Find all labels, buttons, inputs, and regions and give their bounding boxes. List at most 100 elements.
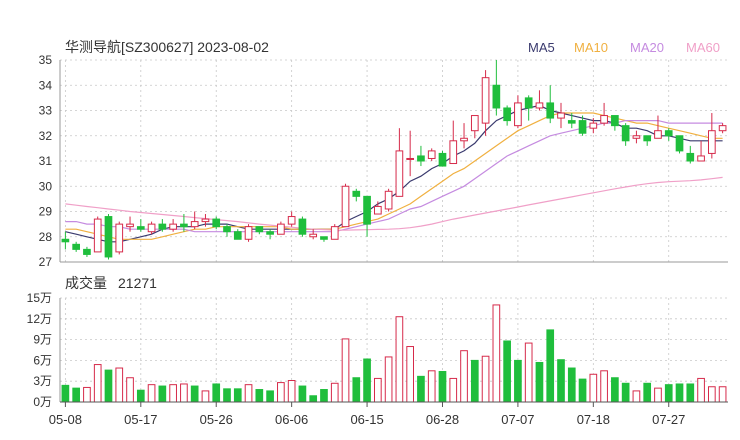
volume-bar-down: [470, 359, 479, 403]
volume-bars: [61, 304, 727, 403]
volume-bar-down: [104, 369, 113, 403]
candle-down: [298, 218, 307, 235]
price-tick-label: 29: [39, 205, 53, 219]
candle-up: [481, 77, 490, 124]
candle-up: [395, 150, 404, 197]
volume-bar-up: [126, 377, 134, 403]
candle-down: [686, 152, 695, 162]
volume-bar-down: [535, 361, 544, 403]
price-tick-label: 31: [39, 154, 53, 168]
candle-up: [169, 223, 177, 230]
candle-up: [514, 102, 522, 127]
volume-bar-down: [664, 384, 673, 403]
volume-bar-down: [61, 384, 70, 403]
volume-bar-down: [298, 385, 307, 403]
candle-down: [212, 218, 221, 228]
volume-bar-up: [147, 384, 156, 403]
candle-down: [352, 190, 361, 197]
candle-up: [341, 185, 350, 228]
date-tick-label: 05-17: [124, 412, 157, 427]
candle-up: [718, 125, 727, 132]
volume-bar-down: [686, 383, 695, 403]
candle-down: [83, 248, 91, 255]
volume-bar-up: [589, 373, 598, 403]
candle-up: [557, 112, 565, 119]
volume-bar-up: [492, 304, 501, 403]
volume-title: 成交量: [65, 275, 107, 291]
candle-down: [503, 107, 511, 122]
ma-legend: MA5 MA10 MA20 MA60: [528, 40, 720, 55]
volume-bar-down: [621, 382, 630, 403]
volume-bar-up: [83, 386, 91, 403]
candle-down: [255, 226, 264, 233]
candle-down: [417, 155, 425, 162]
candle-down: [158, 223, 167, 230]
candle-up: [632, 135, 641, 139]
volume-bar-down: [352, 377, 361, 403]
date-tick-label: 07-27: [652, 412, 685, 427]
candle-up: [535, 102, 544, 109]
candle-down: [567, 120, 576, 124]
candle-up: [115, 223, 124, 253]
volume-bar-up: [287, 380, 296, 403]
candlesticks: [61, 60, 727, 260]
volume-bar-down: [72, 387, 81, 403]
volume-bar-up: [654, 387, 662, 403]
candle-down: [320, 236, 328, 240]
volume-bar-up: [244, 384, 253, 403]
volume-bar-up: [632, 390, 641, 403]
legend-ma10: MA10: [574, 40, 608, 55]
legend-ma60: MA60: [686, 40, 720, 55]
volume-bar-down: [578, 378, 587, 403]
volume-tick-label: 0万: [33, 395, 52, 409]
date-tick-label: 07-07: [501, 412, 534, 427]
volume-bar-down: [158, 385, 167, 403]
candle-up: [460, 137, 468, 142]
candle-down: [72, 243, 81, 250]
volume-bar-down: [546, 329, 555, 403]
candle-up: [201, 218, 210, 223]
volume-bar-down: [223, 388, 231, 403]
volume-bar-up: [406, 346, 415, 403]
volume-bar-down: [212, 383, 221, 403]
volume-bar-up: [169, 384, 177, 403]
candle-up: [287, 216, 296, 225]
candle-up: [384, 190, 393, 210]
candle-down: [578, 120, 587, 134]
volume-bar-down: [417, 375, 425, 403]
volume-bar-up: [449, 377, 458, 403]
legend-ma5: MA5: [528, 40, 555, 55]
volume-bar-up: [707, 386, 716, 403]
candle-up: [697, 155, 705, 162]
candle-up: [126, 223, 134, 228]
candle-down: [233, 231, 242, 240]
candle-down: [492, 84, 501, 109]
date-x-axis: 05-08 05-17 05-26 06-06 06-15 06-28 07-07 07-18…: [49, 401, 728, 427]
stock-chart-widget: 华测导航[SZ300627] 2023-08-02 MA5 MA10 MA20 …: [0, 0, 740, 440]
volume-bar-up: [460, 350, 468, 403]
candle-down: [61, 238, 70, 243]
volume-bar-down: [557, 359, 565, 403]
candle-up: [244, 226, 253, 240]
volume-bar-down: [503, 340, 511, 403]
candle-down: [136, 226, 145, 230]
candle-up: [309, 233, 318, 238]
ma-line-ma60: [65, 176, 723, 231]
volume-bar-down: [233, 388, 242, 403]
volume-bar-down: [675, 383, 684, 403]
volume-bar-up: [600, 370, 608, 403]
date-tick-label: 07-18: [577, 412, 610, 427]
candle-up: [93, 218, 102, 253]
kline-chart-svg: 华测导航[SZ300627] 2023-08-02 MA5 MA10 MA20 …: [27, 39, 728, 427]
date-tick-label: 05-08: [49, 412, 82, 427]
candle-up: [277, 223, 285, 235]
volume-bar-down: [136, 389, 145, 403]
candle-up: [449, 140, 458, 165]
candle-down: [546, 102, 555, 119]
volume-bar-down: [255, 389, 264, 403]
candle-up: [589, 122, 598, 129]
legend-ma20: MA20: [630, 40, 664, 55]
volume-value: 21271: [118, 275, 157, 291]
volume-bar-up: [93, 364, 102, 403]
volume-bar-up: [341, 338, 350, 403]
